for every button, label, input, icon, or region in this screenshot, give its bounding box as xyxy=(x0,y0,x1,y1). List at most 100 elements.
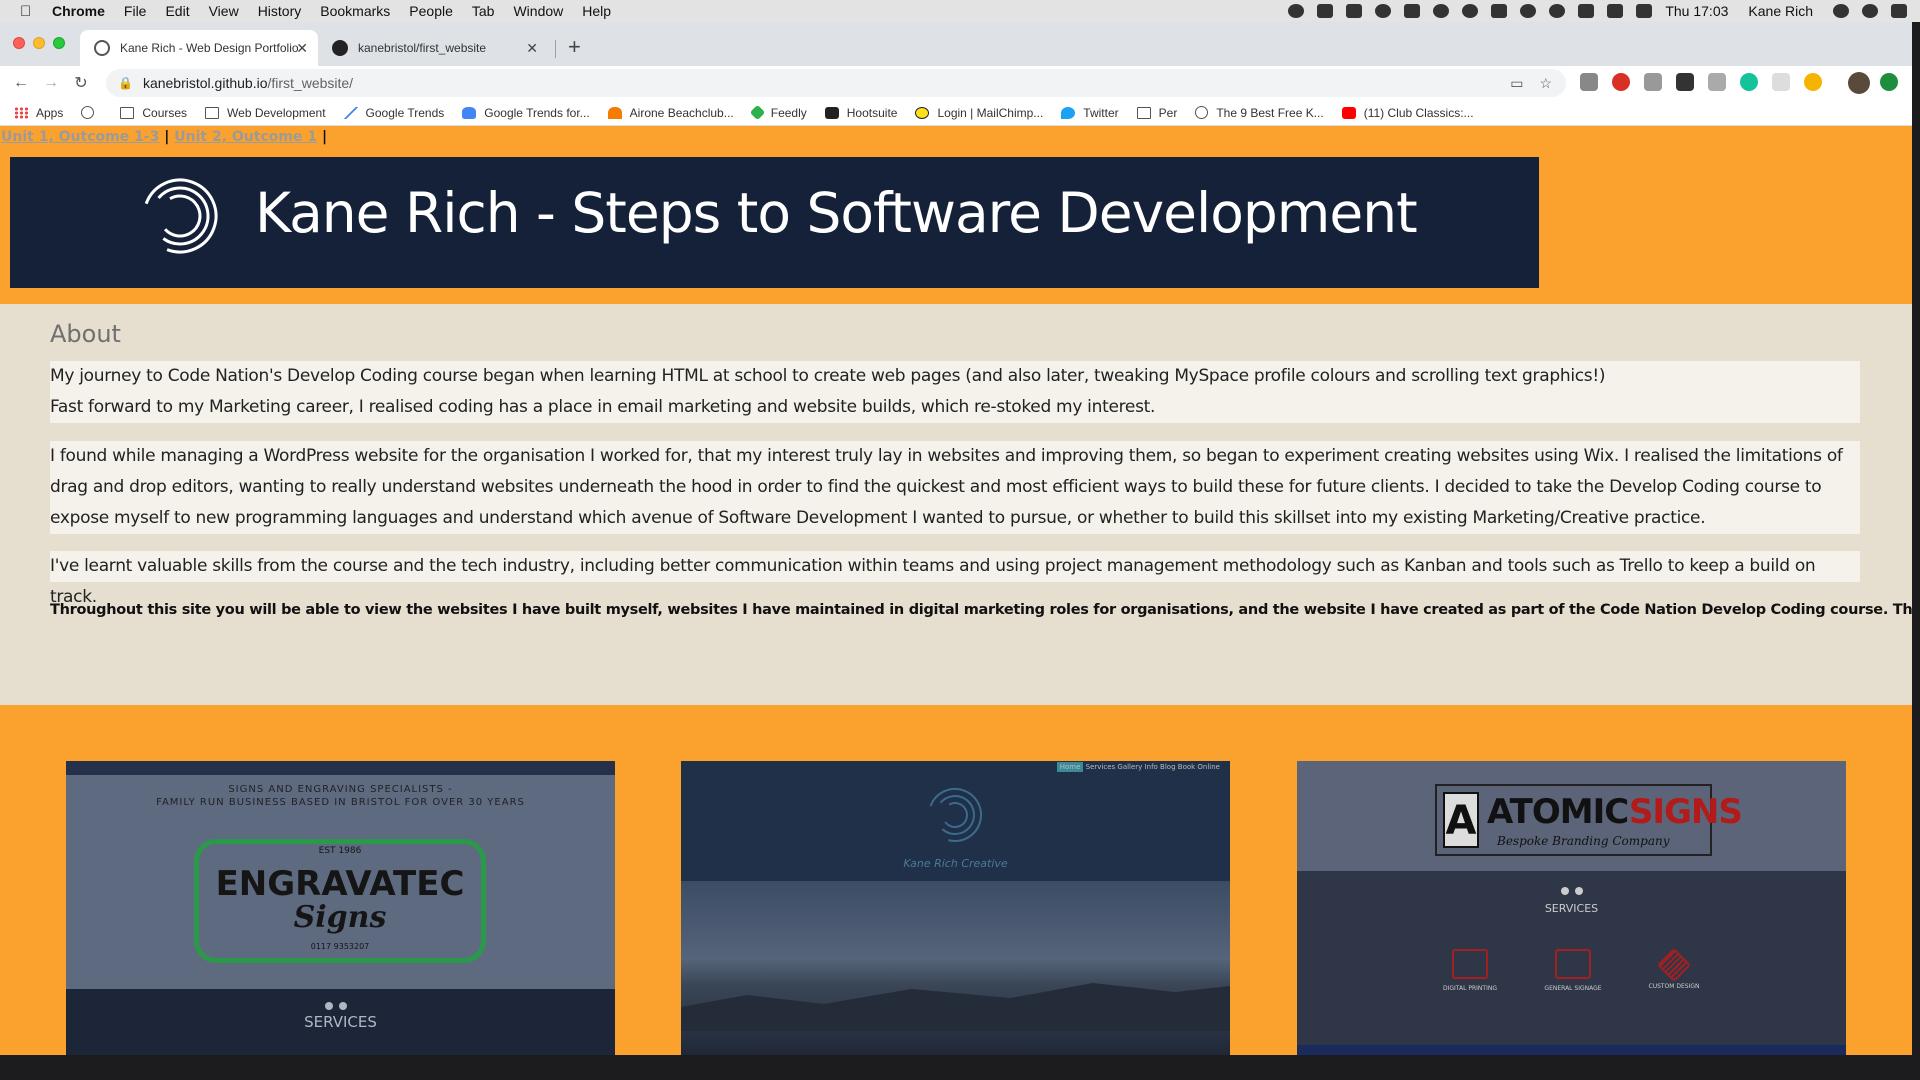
feedly-icon xyxy=(749,104,766,121)
bookmark-club-classics[interactable]: (11) Club Classics:... xyxy=(1341,106,1474,120)
minimize-window-button[interactable] xyxy=(33,37,45,49)
engravatec-tagline-line1: SIGNS AND ENGRAVING SPECIALISTS - xyxy=(228,784,453,795)
bookmark-twitter[interactable]: Twitter xyxy=(1061,106,1119,120)
about-p1-line2: Fast forward to my Marketing career, I r… xyxy=(50,397,1156,417)
bookmark-google-trends-for[interactable]: Google Trends for... xyxy=(462,106,590,120)
forward-arrow-icon[interactable]: → xyxy=(40,74,62,92)
lock-icon[interactable]: 🔒 xyxy=(118,76,133,90)
status-link-icon[interactable] xyxy=(1317,4,1334,18)
extension-drive-icon[interactable] xyxy=(1580,73,1598,91)
status-app-icon[interactable] xyxy=(1288,4,1305,18)
cloud-icon[interactable] xyxy=(1433,4,1450,18)
airplay-icon[interactable] xyxy=(1607,4,1624,18)
time-machine-icon[interactable] xyxy=(1520,4,1537,18)
menubar-clock[interactable]: Thu 17:03 xyxy=(1665,3,1728,19)
bookmark-feedly[interactable]: Feedly xyxy=(749,104,807,121)
menubar-user[interactable]: Kane Rich xyxy=(1748,3,1813,19)
bookmark-airone[interactable]: Airone Beachclub... xyxy=(607,106,734,120)
service-label: CUSTOM DESIGN xyxy=(1648,983,1700,990)
profile-avatar[interactable] xyxy=(1848,72,1870,94)
bookmark-label: Feedly xyxy=(770,105,807,120)
bookmark-mailchimp[interactable]: Login | MailChimp... xyxy=(915,106,1043,120)
signs-word: SIGNS xyxy=(1628,792,1743,832)
nav-separator: | xyxy=(321,129,328,145)
menu-edit[interactable]: Edit xyxy=(165,3,189,19)
menu-tab[interactable]: Tab xyxy=(472,3,495,19)
unit-1-link[interactable]: Unit 1, Outcome 1-3 xyxy=(1,129,159,145)
krc-nav: Home Services Gallery Info Blog Book Onl… xyxy=(1056,762,1220,772)
social-icons xyxy=(325,1002,347,1010)
atomic-a-mark: A xyxy=(1443,792,1479,848)
extension-grammarly-icon[interactable] xyxy=(1740,73,1758,91)
spotlight-search-icon[interactable] xyxy=(1833,4,1849,18)
about-closing-note: Throughout this site you will be able to… xyxy=(50,602,1912,618)
menu-history[interactable]: History xyxy=(258,3,302,19)
menu-view[interactable]: View xyxy=(209,3,239,19)
tab-portfolio[interactable]: Kane Rich - Web Design Portfolio ✕ xyxy=(80,30,318,66)
extension-grid-icon[interactable] xyxy=(1708,73,1726,91)
google-trends-icon xyxy=(462,106,477,119)
bookmark-courses[interactable] xyxy=(81,106,102,119)
bookmark-9-best[interactable]: The 9 Best Free K... xyxy=(1195,106,1324,120)
bookmark-apps[interactable]: Apps xyxy=(14,106,63,120)
extension-chrome-icon[interactable] xyxy=(1804,73,1822,91)
bookmark-web-development[interactable]: Web Development xyxy=(205,106,326,120)
portfolio-card-engravatec[interactable]: SIGNS AND ENGRAVING SPECIALISTS - FAMILY… xyxy=(66,761,615,1055)
status-b-icon[interactable] xyxy=(1491,4,1508,18)
volume-icon[interactable] xyxy=(1636,4,1653,18)
extensions-area xyxy=(1580,73,1836,91)
tab-github[interactable]: kanebristol/first_website ✕ xyxy=(318,30,548,66)
extension-dashed-icon[interactable] xyxy=(1772,73,1790,91)
close-tab-icon[interactable]: ✕ xyxy=(526,40,538,57)
bookmark-per[interactable]: Per xyxy=(1136,106,1177,120)
macos-menubar:  Chrome File Edit View History Bookmark… xyxy=(0,0,1920,22)
bookmark-courses-folder[interactable]: Courses xyxy=(120,106,187,120)
menu-window[interactable]: Window xyxy=(513,3,563,19)
unit-2-link[interactable]: Unit 2, Outcome 1 xyxy=(174,129,317,145)
status-shield-icon[interactable] xyxy=(1404,4,1421,18)
wifi-icon[interactable] xyxy=(1578,4,1595,18)
apple-menu-icon[interactable]:  xyxy=(20,3,38,20)
menu-bookmarks[interactable]: Bookmarks xyxy=(320,3,390,19)
apps-grid-icon xyxy=(14,106,28,119)
reload-icon[interactable]: ↻ xyxy=(70,73,92,93)
extension-m-icon[interactable] xyxy=(1676,73,1694,91)
about-section: About My journey to Code Nation's Develo… xyxy=(0,304,1912,705)
status-circle-icon[interactable] xyxy=(1462,4,1479,18)
menu-help[interactable]: Help xyxy=(582,3,611,19)
bookmark-hootsuite[interactable]: Hootsuite xyxy=(824,106,897,120)
menu-people[interactable]: People xyxy=(409,3,453,19)
about-heading: About xyxy=(50,320,121,348)
tab-strip: Kane Rich - Web Design Portfolio ✕ kaneb… xyxy=(0,22,1912,66)
menu-app-name[interactable]: Chrome xyxy=(52,3,105,19)
atomic-wordmark: ATOMICSIGNS xyxy=(1487,792,1743,832)
bookmark-star-icon[interactable]: ☆ xyxy=(1539,75,1552,92)
update-icon[interactable] xyxy=(1880,73,1898,91)
hootsuite-icon xyxy=(824,106,839,119)
cast-icon[interactable]: ▭ xyxy=(1510,75,1523,92)
siri-icon[interactable] xyxy=(1862,4,1878,18)
status-eye-icon[interactable] xyxy=(1375,4,1392,18)
bookmark-google-trends[interactable]: Google Trends xyxy=(343,106,444,120)
krc-header: Home Services Gallery Info Blog Book Onl… xyxy=(681,761,1230,881)
portfolio-card-atomic-signs[interactable]: A ATOMICSIGNS Bespoke Branding Company S… xyxy=(1297,761,1846,1055)
extension-dropbox-icon[interactable] xyxy=(1644,73,1662,91)
portfolio-card-kane-rich-creative[interactable]: Home Services Gallery Info Blog Book Onl… xyxy=(681,761,1230,1055)
engravatec-tagline-line2: FAMILY RUN BUSINESS BASED IN BRISTOL FOR… xyxy=(156,797,525,808)
notification-center-icon[interactable] xyxy=(1891,4,1907,18)
bookmark-label: Login | MailChimp... xyxy=(937,105,1044,120)
extension-opera-icon[interactable] xyxy=(1612,73,1630,91)
close-tab-icon[interactable]: ✕ xyxy=(296,40,308,57)
back-arrow-icon[interactable]: ← xyxy=(10,74,32,92)
status-video-icon[interactable] xyxy=(1346,4,1363,18)
new-tab-button[interactable]: + xyxy=(568,34,581,60)
folder-icon xyxy=(205,106,220,119)
globe-icon xyxy=(94,40,110,56)
bluetooth-icon[interactable] xyxy=(1549,4,1566,18)
menu-file[interactable]: File xyxy=(124,3,147,19)
atomic-tagline: Bespoke Branding Company xyxy=(1497,834,1670,848)
address-bar[interactable]: 🔒 kanebristol.github.io/first_website/ ▭… xyxy=(106,69,1566,97)
close-window-button[interactable] xyxy=(13,37,25,49)
truck-icon xyxy=(1452,949,1488,979)
zoom-window-button[interactable] xyxy=(53,37,65,49)
